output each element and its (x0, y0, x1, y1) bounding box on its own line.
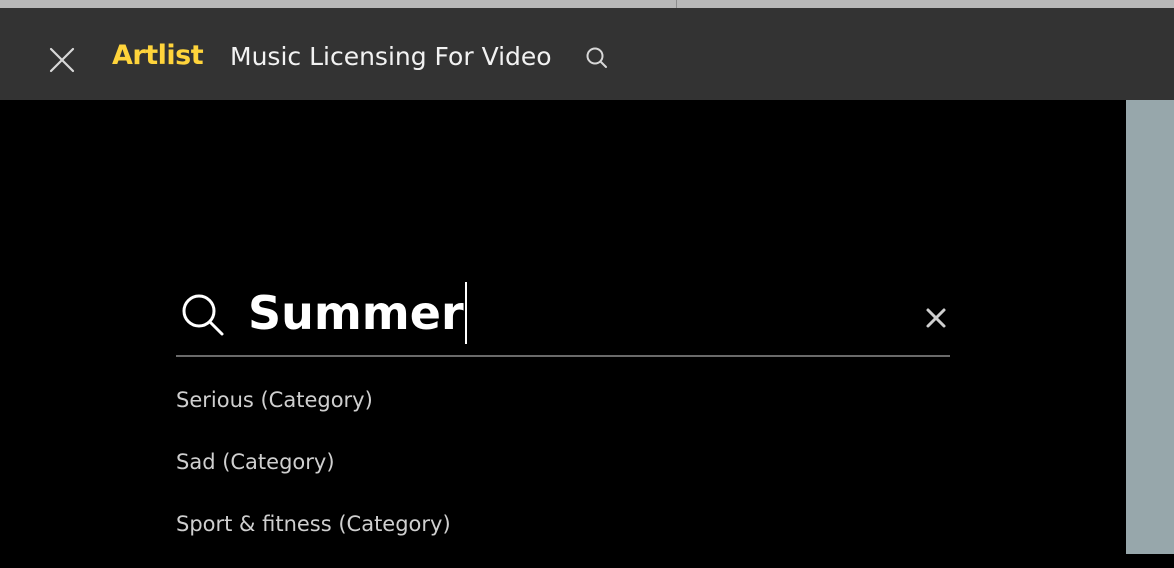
artlist-logo[interactable]: Artlist (112, 38, 204, 72)
app-header: Artlist Music Licensing For Video (0, 8, 1174, 100)
suggestion-item[interactable]: Sad (Category) (176, 444, 950, 506)
search-icon (586, 47, 607, 68)
text-caret (464, 282, 467, 344)
search-input[interactable]: Summer (248, 280, 467, 346)
browser-top-strip (0, 0, 1174, 8)
search-underline (176, 355, 950, 357)
clear-search-button[interactable] (924, 306, 948, 330)
tab-divider (676, 0, 677, 8)
close-icon (926, 308, 946, 328)
suggestion-item[interactable]: Sport & fitness (Category) (176, 506, 950, 568)
search-icon (178, 290, 226, 338)
close-icon (49, 47, 75, 73)
search-box: Summer (176, 274, 950, 357)
suggestion-list: Serious (Category) Sad (Category) Sport … (176, 382, 950, 568)
page-title: Music Licensing For Video (230, 42, 552, 71)
search-input-value: Summer (248, 286, 464, 340)
suggestion-item[interactable]: Serious (Category) (176, 382, 950, 444)
logo-text: Artlist (112, 39, 204, 71)
background-page-edge (1126, 100, 1174, 554)
header-search-button[interactable] (584, 45, 610, 71)
close-button[interactable] (46, 44, 78, 76)
